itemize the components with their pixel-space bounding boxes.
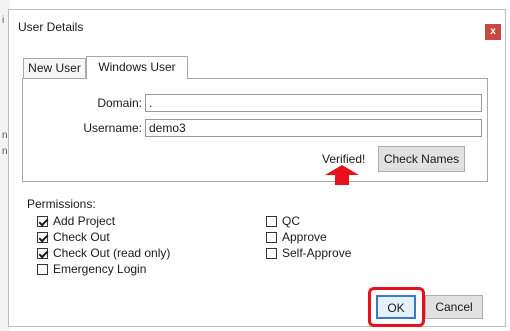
permission-check-out-read-only[interactable]: Check Out (read only) — [37, 246, 170, 261]
background-text-fragment: i — [2, 15, 5, 26]
permission-label: QC — [282, 214, 300, 228]
username-field[interactable] — [145, 119, 482, 137]
permission-label: Self-Approve — [282, 246, 352, 260]
close-icon: x — [490, 26, 496, 37]
permissions-label: Permissions: — [27, 197, 96, 211]
permission-qc[interactable]: QC — [266, 214, 300, 229]
tab-new-user[interactable]: New User — [23, 58, 86, 78]
domain-field[interactable] — [145, 94, 482, 112]
checkbox[interactable] — [37, 264, 48, 275]
background-text-fragment: n — [2, 130, 8, 141]
check-names-button[interactable]: Check Names — [378, 146, 465, 172]
permission-label: Emergency Login — [53, 262, 147, 276]
checkbox[interactable] — [266, 248, 277, 259]
checkbox[interactable] — [266, 216, 277, 227]
domain-label: Domain: — [97, 96, 142, 110]
permission-approve[interactable]: Approve — [266, 230, 327, 245]
permission-emergency-login[interactable]: Emergency Login — [37, 262, 146, 277]
permission-label: Approve — [282, 230, 327, 244]
permission-label: Check Out — [53, 230, 110, 244]
close-button[interactable]: x — [485, 24, 501, 40]
tab-windows-user[interactable]: Windows User — [86, 56, 188, 79]
dialog-title: User Details — [18, 20, 84, 34]
permission-self-approve[interactable]: Self-Approve — [266, 246, 351, 261]
checkbox[interactable] — [266, 232, 277, 243]
permission-check-out[interactable]: Check Out — [37, 230, 110, 245]
permission-label: Add Project — [53, 214, 116, 228]
permission-label: Check Out (read only) — [53, 246, 171, 260]
permission-add-project[interactable]: Add Project — [37, 214, 115, 229]
up-arrow-icon — [325, 165, 359, 185]
title-bar: User Details x — [9, 10, 505, 44]
checkbox[interactable] — [37, 216, 48, 227]
background-text-fragment: n — [2, 146, 8, 157]
username-label: Username: — [83, 121, 142, 135]
ok-highlight-box — [368, 287, 425, 327]
cancel-button[interactable]: Cancel — [425, 295, 483, 319]
checkbox[interactable] — [37, 248, 48, 259]
checkbox[interactable] — [37, 232, 48, 243]
